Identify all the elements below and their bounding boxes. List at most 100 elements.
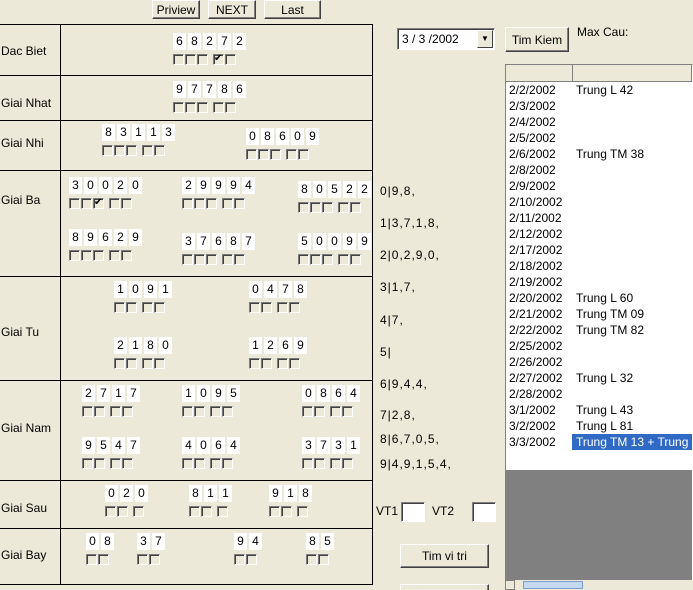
digit-checkbox[interactable] (322, 202, 333, 213)
digit-checkbox[interactable] (213, 102, 224, 113)
last-button[interactable]: Last (264, 0, 321, 19)
digit-checkbox[interactable] (197, 102, 208, 113)
digit-checkbox[interactable] (234, 554, 245, 565)
digit-checkbox[interactable] (206, 254, 217, 265)
digit-checkbox[interactable] (246, 149, 257, 160)
digit-checkbox[interactable] (289, 302, 300, 313)
digit-checkbox[interactable] (194, 406, 205, 417)
results-list[interactable]: 2/2/2002 Trung L 42 2/3/2002 2/4/2002 2/5/20… (505, 64, 693, 590)
digit-checkbox[interactable] (185, 102, 196, 113)
digit-checkbox[interactable] (93, 198, 104, 209)
chevron-down-icon[interactable]: ▼ (477, 30, 493, 48)
digit-checkbox[interactable] (314, 458, 325, 469)
digit-checkbox[interactable] (310, 254, 321, 265)
digit-checkbox[interactable] (154, 145, 165, 156)
digit-checkbox[interactable] (258, 149, 269, 160)
date-combobox[interactable]: 3 / 3 /2002 ▼ (397, 28, 495, 50)
digit-checkbox[interactable] (261, 358, 272, 369)
digit-checkbox[interactable] (114, 358, 125, 369)
digit-checkbox[interactable] (222, 406, 233, 417)
digit-checkbox[interactable] (210, 406, 221, 417)
digit-checkbox[interactable] (154, 358, 165, 369)
vt2-input[interactable] (472, 502, 496, 522)
digit-checkbox[interactable] (298, 202, 309, 213)
digit-checkbox[interactable] (197, 54, 208, 65)
digit-checkbox[interactable] (222, 254, 233, 265)
digit-checkbox[interactable] (114, 302, 125, 313)
digit-checkbox[interactable] (173, 54, 184, 65)
digit-checkbox[interactable] (82, 458, 93, 469)
list-column-header[interactable] (573, 65, 692, 81)
list-item[interactable]: 3/2/2002 Trung L 81 (506, 418, 692, 434)
digit-checkbox[interactable] (109, 250, 120, 261)
digit-checkbox[interactable] (302, 458, 313, 469)
digit-checkbox[interactable] (122, 406, 133, 417)
digit-checkbox[interactable] (94, 406, 105, 417)
scroll-thumb[interactable] (523, 581, 583, 589)
digit-checkbox[interactable] (69, 198, 80, 209)
list-item[interactable]: 2/8/2002 (506, 162, 692, 178)
scroll-left-icon[interactable] (505, 580, 515, 590)
list-item[interactable]: 2/21/2002 Trung TM 09 (506, 306, 692, 322)
digit-checkbox[interactable] (105, 506, 116, 517)
digit-checkbox[interactable] (246, 554, 257, 565)
list-item[interactable]: 2/19/2002 (506, 274, 692, 290)
list-item[interactable]: 2/2/2002 Trung L 42 (506, 82, 692, 98)
digit-checkbox[interactable] (310, 202, 321, 213)
digit-checkbox[interactable] (121, 198, 132, 209)
digit-checkbox[interactable] (286, 149, 297, 160)
partial-button[interactable] (400, 584, 489, 590)
digit-checkbox[interactable] (121, 250, 132, 261)
digit-checkbox[interactable] (277, 302, 288, 313)
digit-checkbox[interactable] (86, 554, 97, 565)
digit-checkbox[interactable] (213, 54, 224, 65)
preview-button[interactable]: Priview (152, 0, 200, 19)
digit-checkbox[interactable] (189, 506, 200, 517)
list-item[interactable]: 2/11/2002 (506, 210, 692, 226)
digit-checkbox[interactable] (81, 198, 92, 209)
digit-checkbox[interactable] (82, 406, 93, 417)
list-item[interactable]: 2/10/2002 (506, 194, 692, 210)
digit-checkbox[interactable] (338, 202, 349, 213)
list-item[interactable]: 2/26/2002 (506, 354, 692, 370)
list-item[interactable]: 2/18/2002 (506, 258, 692, 274)
digit-checkbox[interactable] (102, 145, 113, 156)
digit-checkbox[interactable] (342, 406, 353, 417)
digit-checkbox[interactable] (234, 198, 245, 209)
next-button[interactable]: NEXT (208, 0, 256, 19)
list-item[interactable]: 2/17/2002 (506, 242, 692, 258)
digit-checkbox[interactable] (338, 254, 349, 265)
digit-checkbox[interactable] (142, 302, 153, 313)
digit-checkbox[interactable] (110, 406, 121, 417)
digit-checkbox[interactable] (350, 202, 361, 213)
digit-checkbox[interactable] (194, 458, 205, 469)
digit-checkbox[interactable] (342, 458, 353, 469)
list-item[interactable]: 2/28/2002 (506, 386, 692, 402)
digit-checkbox[interactable] (234, 254, 245, 265)
digit-checkbox[interactable] (314, 406, 325, 417)
digit-checkbox[interactable] (114, 145, 125, 156)
digit-checkbox[interactable] (142, 358, 153, 369)
find-position-button[interactable]: Tim vi tri (400, 544, 489, 568)
list-item[interactable]: 2/25/2002 (506, 338, 692, 354)
digit-checkbox[interactable] (206, 198, 217, 209)
digit-checkbox[interactable] (133, 506, 144, 517)
search-button[interactable]: Tim Kiem (505, 27, 569, 52)
digit-checkbox[interactable] (109, 198, 120, 209)
list-column-header[interactable] (506, 65, 573, 81)
digit-checkbox[interactable] (182, 458, 193, 469)
digit-checkbox[interactable] (222, 458, 233, 469)
list-item[interactable]: 2/5/2002 (506, 130, 692, 146)
list-item[interactable]: 2/27/2002 Trung L 32 (506, 370, 692, 386)
list-item[interactable]: 2/3/2002 (506, 98, 692, 114)
digit-checkbox[interactable] (306, 554, 317, 565)
digit-checkbox[interactable] (81, 250, 92, 261)
horizontal-scrollbar[interactable] (505, 580, 693, 590)
digit-checkbox[interactable] (110, 458, 121, 469)
digit-checkbox[interactable] (182, 198, 193, 209)
digit-checkbox[interactable] (126, 302, 137, 313)
digit-checkbox[interactable] (137, 554, 148, 565)
digit-checkbox[interactable] (261, 302, 272, 313)
digit-checkbox[interactable] (210, 458, 221, 469)
digit-checkbox[interactable] (350, 254, 361, 265)
